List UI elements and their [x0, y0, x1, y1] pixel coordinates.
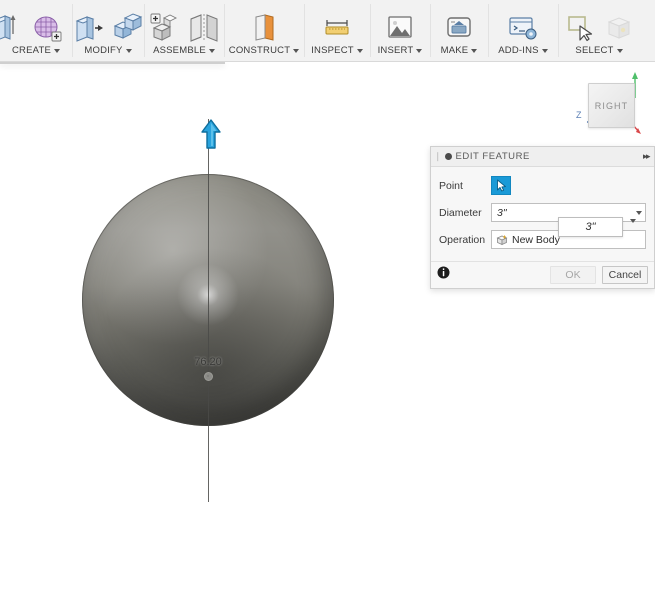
dialog-footer: OK Cancel: [431, 261, 654, 288]
toolbar-group-construct-label[interactable]: CONSTRUCT: [229, 44, 299, 58]
toolbar-group-insert[interactable]: INSERT: [370, 0, 430, 61]
new-component-icon[interactable]: [148, 10, 182, 44]
chevron-down-icon[interactable]: [617, 49, 623, 53]
label-text: MAKE: [441, 44, 469, 58]
label-text: MODIFY: [84, 44, 122, 58]
up-arrow-handle[interactable]: [200, 119, 222, 149]
label-text: INSERT: [378, 44, 414, 58]
toolbar-group-construct[interactable]: CONSTRUCT: [224, 0, 304, 61]
toolbar-group-make-label[interactable]: MAKE: [441, 44, 478, 58]
extrude-icon[interactable]: [0, 10, 25, 44]
edit-feature-dialog[interactable]: [0, 62, 225, 64]
floating-input-dropdown-icon[interactable]: [630, 223, 636, 241]
toolbar-group-modify-icons: [72, 0, 145, 44]
measure-icon[interactable]: [320, 10, 354, 44]
chevron-down-icon[interactable]: [293, 49, 299, 53]
row-point: Point: [439, 174, 646, 197]
toolbar-group-insert-icons: [383, 0, 417, 44]
chevron-down-icon[interactable]: [54, 49, 60, 53]
view-cube-face-right[interactable]: RIGHT: [588, 83, 635, 128]
chevron-down-icon[interactable]: [357, 49, 363, 53]
ok-button[interactable]: OK: [550, 266, 596, 284]
toolbar-group-addins-icons: [506, 0, 540, 44]
toolbar-group-assemble-label[interactable]: ASSEMBLE: [153, 44, 215, 58]
view-cube-face-label: RIGHT: [595, 101, 629, 111]
toolbar-group-addins[interactable]: ADD-INS: [488, 0, 558, 61]
label-text: CREATE: [12, 44, 51, 58]
row-operation-label: Operation: [439, 234, 491, 246]
toolbar-group-make[interactable]: MAKE: [430, 0, 488, 61]
floating-diameter-input[interactable]: 3": [558, 217, 623, 237]
3d-print-icon[interactable]: [442, 10, 476, 44]
select-cube-icon[interactable]: [602, 10, 636, 44]
toolbar-group-create-label[interactable]: CREATE: [12, 44, 60, 58]
chevron-down-icon[interactable]: [542, 49, 548, 53]
dialog-collapse-icon[interactable]: [445, 153, 452, 160]
point-selection-button[interactable]: [491, 176, 511, 195]
viewport-canvas[interactable]: RIGHT Z 76.20: [0, 62, 655, 600]
toolbar-group-construct-icons: [247, 0, 281, 44]
label-text: INSPECT: [311, 44, 354, 58]
ribbon-toolbar: CREATE MODIFY: [0, 0, 655, 62]
toolbar-group-assemble-icons: [148, 0, 221, 44]
chevron-down-icon[interactable]: [209, 49, 215, 53]
toolbar-group-create-icons: [9, 0, 64, 44]
toolbar-group-modify-label[interactable]: MODIFY: [84, 44, 131, 58]
dialog-body: Point Diameter 3" Operation: [431, 167, 654, 261]
label-text: ADD-INS: [498, 44, 538, 58]
dialog-title: EDIT FEATURE: [456, 151, 639, 162]
floating-diameter-input-value: 3": [585, 221, 595, 233]
insert-image-icon[interactable]: [383, 10, 417, 44]
dialog-title-bar[interactable]: ❘ EDIT FEATURE ▸▸: [431, 147, 654, 167]
toolbar-group-addins-label[interactable]: ADD-INS: [498, 44, 547, 58]
origin-point-marker[interactable]: [204, 372, 213, 381]
label-text: SELECT: [575, 44, 613, 58]
label-text: CONSTRUCT: [229, 44, 290, 58]
view-cube[interactable]: RIGHT Z: [575, 70, 647, 136]
chevron-down-icon[interactable]: [126, 49, 132, 53]
chevron-down-icon[interactable]: [416, 49, 422, 53]
diameter-dropdown-icon[interactable]: [632, 211, 645, 215]
combine-icon[interactable]: [111, 10, 145, 44]
dialog-grip-icon[interactable]: ❘: [434, 151, 441, 162]
dialog-expand-icon[interactable]: ▸▸: [643, 151, 649, 162]
operation-combo-value: New Body: [508, 234, 560, 246]
axis-z-label: Z: [576, 110, 582, 120]
create-form-mesh-icon[interactable]: [30, 10, 64, 44]
toolbar-group-insert-label[interactable]: INSERT: [378, 44, 423, 58]
toolbar-group-inspect-label[interactable]: INSPECT: [311, 44, 363, 58]
joint-icon[interactable]: [187, 10, 221, 44]
toolbar-group-select-label[interactable]: SELECT: [575, 44, 622, 58]
sphere-body[interactable]: 76.20: [82, 174, 334, 426]
toolbar-group-inspect[interactable]: INSPECT: [304, 0, 370, 61]
diameter-dimension-label[interactable]: 76.20: [152, 356, 264, 368]
toolbar-group-inspect-icons: [320, 0, 354, 44]
toolbar-group-assemble[interactable]: ASSEMBLE: [144, 0, 224, 61]
info-icon[interactable]: [437, 266, 450, 284]
toolbar-group-select-icons: [563, 0, 636, 44]
label-text: ASSEMBLE: [153, 44, 206, 58]
construct-plane-icon[interactable]: [247, 10, 281, 44]
vertical-axis-line: [208, 119, 209, 502]
window-select-icon[interactable]: [563, 10, 597, 44]
press-pull-icon[interactable]: [72, 10, 106, 44]
row-point-label: Point: [439, 180, 491, 192]
row-diameter-label: Diameter: [439, 207, 491, 219]
toolbar-group-select[interactable]: SELECT: [558, 0, 640, 61]
cursor-arrow-icon: [496, 179, 507, 192]
toolbar-group-modify[interactable]: MODIFY: [72, 0, 144, 61]
scripts-addins-icon[interactable]: [506, 10, 540, 44]
toolbar-group-make-icons: [442, 0, 476, 44]
toolbar-group-create[interactable]: CREATE: [0, 0, 72, 61]
chevron-down-icon[interactable]: [471, 49, 477, 53]
cancel-button[interactable]: Cancel: [602, 266, 648, 284]
new-body-icon: [496, 234, 508, 246]
